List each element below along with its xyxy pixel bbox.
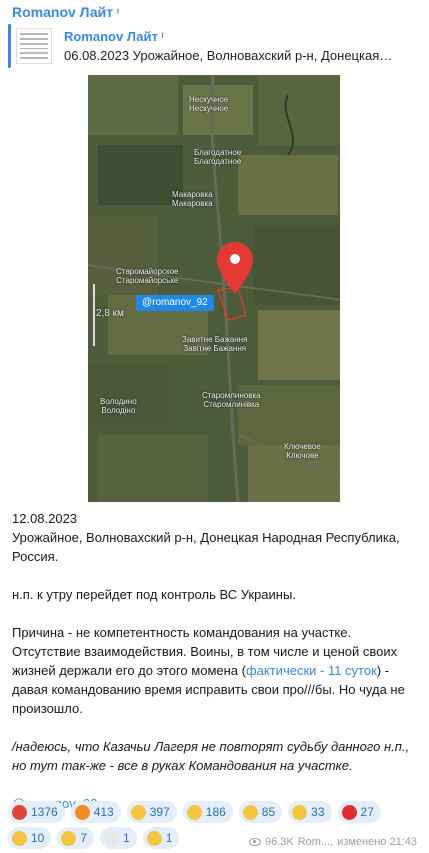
reaction-chip[interactable]: 1376 [8, 801, 65, 823]
place-label-volodino: Володино Володіно [100, 397, 137, 415]
message-text: 12.08.2023 Урожайное, Волновахский р-н, … [12, 509, 422, 813]
reaction-count: 27 [360, 805, 374, 819]
thumbs-up-icon [186, 804, 202, 820]
dove-icon [104, 830, 120, 846]
place-label-makarovka: Макаровка Макаровка [172, 190, 213, 208]
reaction-count: 186 [205, 805, 226, 819]
scream-face-icon [292, 804, 308, 820]
post-date: 12.08.2023 [12, 511, 78, 526]
post-control-line: н.п. к утру перейдет под контроль ВС Укр… [12, 587, 296, 602]
reaction-count: 10 [31, 831, 45, 845]
clap-icon [12, 830, 27, 846]
reply-thumbnail [16, 28, 52, 64]
reaction-chip[interactable]: 7 [57, 827, 95, 849]
views-eye-icon [248, 838, 261, 846]
place-label-staromayorskoe: Старомайорское Старомайорське [116, 267, 179, 285]
satellite-map [88, 75, 340, 502]
message-footer: 96.3K Rom..., изменено 21:43 [248, 836, 417, 848]
map-scale-label: 2,8 км [96, 308, 124, 319]
views-count: 96.3K [264, 836, 294, 848]
reason-link[interactable]: фактически - 11 суток [246, 663, 377, 678]
place-label-staromlinovka: Старомлиновка Старомлинівка [202, 391, 261, 409]
reaction-count: 1 [123, 831, 130, 845]
fire-icon [74, 804, 90, 820]
edited-time: изменено 21:43 [337, 836, 417, 848]
angry-face-icon [12, 804, 27, 820]
reaction-chip[interactable]: 10 [8, 827, 52, 849]
grin-face-icon [130, 804, 146, 820]
sender-badge: ⁱ [117, 8, 119, 20]
map-watermark-tag: @romanov_92 [136, 295, 214, 311]
heart-icon [341, 804, 357, 820]
reaction-chip[interactable]: 186 [182, 801, 233, 823]
post-location: Урожайное, Волновахский р-н, Донецкая На… [12, 530, 400, 564]
thinking-face-icon [61, 830, 77, 846]
reaction-chip[interactable]: 1 [142, 827, 180, 849]
location-pin-icon [217, 242, 253, 294]
post-hope: /надеюсь, что Казачьи Лагеря не повторят… [12, 739, 410, 773]
map-image[interactable]: Нескучное Нескучное Благодатное Благодатно… [88, 75, 340, 502]
reaction-chip[interactable]: 33 [288, 801, 332, 823]
post-reason: Причина - не компетентность командования… [12, 625, 405, 716]
crying-face-icon [242, 804, 258, 820]
reaction-count: 397 [149, 805, 170, 819]
reaction-count: 33 [311, 805, 325, 819]
reply-title: Romanov Лайт ⁱ [64, 28, 164, 44]
map-scale-bar [93, 284, 95, 346]
reaction-count: 85 [261, 805, 276, 819]
author-signature: Rom..., [297, 836, 334, 848]
reply-accent-bar [8, 24, 11, 68]
place-label-blagodatnoe: Благодатное Благодатное [194, 148, 242, 166]
reaction-count: 1376 [31, 805, 58, 819]
reaction-count: 7 [80, 831, 88, 845]
sender-name[interactable]: Romanov Лайт ⁱ [12, 4, 119, 20]
pointing-hand-icon [146, 830, 162, 846]
message-bubble: Romanov Лайт ⁱ Romanov Лайт ⁱ 06.08.2023… [0, 0, 429, 853]
reaction-chip[interactable]: 27 [337, 801, 381, 823]
place-label-klyuchevoe: Ключевое Ключове [284, 442, 321, 460]
reaction-chip[interactable]: 1 [100, 827, 137, 849]
place-label-zavitne-bazhannya: Завитне Бажання Завітне Бажання [182, 335, 248, 353]
place-label-neskuchnoe: Нескучное Нескучное [189, 95, 229, 113]
reaction-chip[interactable]: 397 [126, 801, 177, 823]
reaction-chip[interactable]: 413 [70, 801, 121, 823]
reaction-chip[interactable]: 85 [238, 801, 283, 823]
reaction-count: 1 [165, 831, 173, 845]
reaction-count: 413 [93, 805, 114, 819]
reply-text: 06.08.2023 Урожайное, Волновахский р-н, … [64, 47, 394, 63]
reply-preview[interactable]: Romanov Лайт ⁱ 06.08.2023 Урожайное, Вол… [8, 24, 421, 68]
